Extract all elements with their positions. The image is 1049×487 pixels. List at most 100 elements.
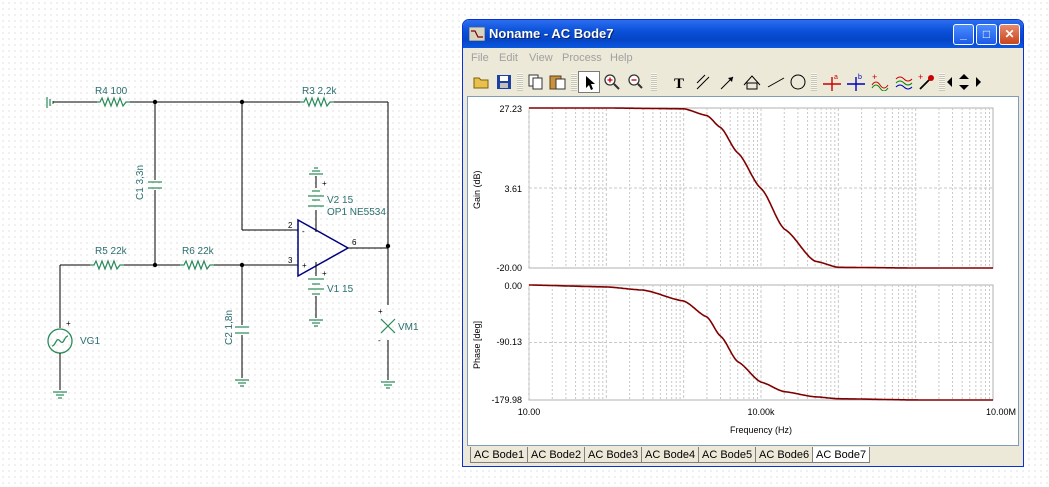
paste-icon: [549, 75, 566, 90]
pin-minus: -: [302, 227, 305, 236]
waves-icon: [895, 76, 913, 90]
voltmeter-vm1[interactable]: [380, 318, 396, 334]
toolbar: T a b + +: [467, 70, 1019, 96]
paste-button[interactable]: [547, 71, 569, 93]
tab-ac-bode5[interactable]: AC Bode5: [698, 447, 757, 463]
xaxis-label: Frequency (Hz): [730, 425, 792, 435]
maximize-button[interactable]: □: [976, 24, 997, 45]
arrow-tool-button[interactable]: [717, 71, 739, 93]
gain-plot: 27.23 3.61 -20.00 Gain (dB): [472, 104, 994, 273]
phase-plot: 0.00 -90.13 -179.98 Phase [deg]: [472, 281, 994, 405]
tab-ac-bode2[interactable]: AC Bode2: [527, 447, 586, 463]
resistor-r3[interactable]: [300, 96, 334, 108]
text-icon: T: [674, 76, 684, 91]
draw-line-icon: [767, 77, 785, 88]
label-r6: R6 22k: [182, 246, 215, 257]
pointer-button[interactable]: [578, 71, 600, 93]
tab-ac-bode1[interactable]: AC Bode1: [470, 447, 529, 463]
svg-text:a: a: [834, 74, 838, 81]
copy-icon: [528, 74, 543, 90]
gain-ylabel: Gain (dB): [472, 170, 482, 209]
svg-text:+: +: [872, 73, 877, 82]
capacitor-c1[interactable]: [148, 181, 162, 189]
ground-symbol-v1: [309, 319, 323, 327]
tab-ac-bode7[interactable]: AC Bode7: [812, 447, 871, 463]
bode-plot-window[interactable]: Noname - AC Bode7 _ □ ✕ File Edit View P…: [462, 19, 1024, 467]
zoom-in-button[interactable]: [601, 71, 623, 93]
label-c1: C1 3,3n: [135, 165, 146, 200]
label-vg1: VG1: [80, 336, 100, 347]
cursor-a-icon: a: [823, 74, 841, 91]
menu-edit[interactable]: Edit: [499, 52, 518, 64]
save-button[interactable]: [493, 71, 515, 93]
circuit-schematic: R4 100 R3 2,2k C1 3,3n R5 22k R6 22k C2 …: [46, 86, 419, 399]
vg1-plus: +: [66, 319, 71, 328]
svg-text:b: b: [858, 74, 862, 81]
app-icon: [469, 27, 485, 41]
tab-bar: AC Bode1 AC Bode2 AC Bode3 AC Bode4 AC B…: [467, 447, 1019, 465]
xtick-left: 10.00: [518, 407, 541, 417]
zoom-100-icon: [628, 74, 643, 89]
bode-plot-area[interactable]: 27.23 3.61 -20.00 Gain (dB) 0.00 -90.13 …: [467, 96, 1019, 446]
gain-ytick-mid: 3.61: [504, 184, 522, 194]
xtick-mid: 10.00k: [747, 407, 775, 417]
svg-text:T: T: [674, 76, 684, 91]
resistor-r6[interactable]: [180, 259, 214, 271]
bode-plots: 27.23 3.61 -20.00 Gain (dB) 0.00 -90.13 …: [472, 104, 1016, 435]
label-op1: OP1 NE5534: [327, 207, 386, 218]
waves-button[interactable]: [893, 71, 915, 93]
pin-3: 3: [288, 256, 293, 265]
probe-button[interactable]: +: [915, 71, 937, 93]
add-curve-icon: +: [871, 73, 889, 91]
pin-6: 6: [352, 238, 357, 247]
open-button[interactable]: [471, 71, 493, 93]
zoom-in-icon: [604, 74, 620, 90]
menu-file[interactable]: File: [471, 52, 489, 64]
label-v2: V2 15: [327, 195, 354, 206]
vm1-plus: +: [378, 307, 383, 316]
close-button[interactable]: ✕: [999, 24, 1020, 45]
resistor-r4[interactable]: [97, 96, 130, 108]
capacitor-c2[interactable]: [235, 326, 249, 334]
battery-v1[interactable]: [308, 278, 324, 295]
ground-symbol-vg1: [53, 391, 67, 399]
navigation-arrows[interactable]: [945, 71, 985, 93]
voltage-generator-vg1[interactable]: [47, 328, 73, 354]
tab-ac-bode3[interactable]: AC Bode3: [584, 447, 643, 463]
probe-icon: +: [918, 73, 934, 90]
phase-ylabel: Phase [deg]: [472, 321, 482, 369]
resistor-r5[interactable]: [90, 259, 124, 271]
cursor-a-button[interactable]: a: [821, 71, 843, 93]
draw-line-button[interactable]: [765, 71, 787, 93]
label-r5: R5 22k: [95, 246, 128, 257]
vm1-minus: -: [378, 336, 381, 345]
line-tool-button[interactable]: [693, 71, 715, 93]
minimize-button[interactable]: _: [953, 24, 974, 45]
zoom-100-button[interactable]: [625, 71, 647, 93]
ground-symbol-vm1: [381, 381, 395, 389]
menu-help[interactable]: Help: [610, 52, 633, 64]
battery-v2[interactable]: [308, 190, 324, 207]
svg-text:+: +: [918, 73, 923, 82]
circle-tool-button[interactable]: [787, 71, 809, 93]
v2-plus: +: [322, 179, 327, 188]
gain-ytick-bottom: -20.00: [496, 263, 522, 273]
phase-ytick-top: 0.00: [504, 281, 522, 291]
copy-button[interactable]: [525, 71, 547, 93]
pin-2: 2: [288, 221, 293, 230]
tab-ac-bode6[interactable]: AC Bode6: [755, 447, 814, 463]
window-titlebar[interactable]: Noname - AC Bode7 _ □ ✕: [463, 20, 1023, 48]
label-c2: C2 1,8n: [224, 310, 235, 345]
cursor-b-button[interactable]: b: [845, 71, 867, 93]
arrow-icon: [720, 76, 734, 90]
menu-view[interactable]: View: [529, 52, 553, 64]
text-tool-button[interactable]: T: [669, 71, 691, 93]
tab-ac-bode4[interactable]: AC Bode4: [641, 447, 700, 463]
gain-ytick-top: 27.23: [499, 104, 522, 114]
label-v1: V1 15: [327, 284, 354, 295]
pin-plus: +: [302, 261, 307, 270]
menu-process[interactable]: Process: [562, 52, 602, 64]
add-curve-button[interactable]: +: [869, 71, 891, 93]
box-tool-button[interactable]: [741, 71, 763, 93]
open-icon: [473, 77, 489, 89]
